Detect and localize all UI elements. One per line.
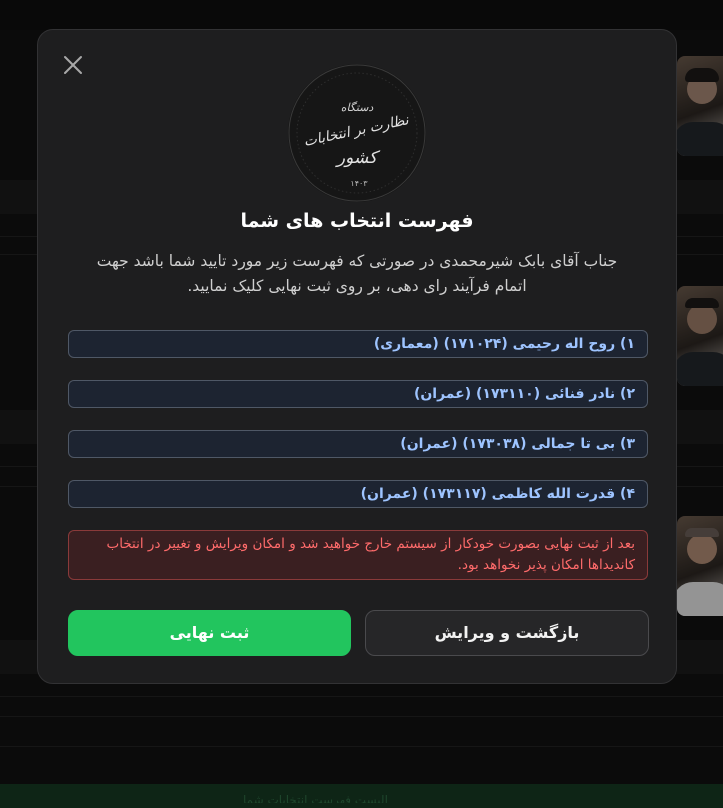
seal-year: ۱۴۰۳ [350, 179, 368, 188]
back-edit-button[interactable]: بازگشت و ویرایش [365, 610, 649, 656]
candidate-item: ۱) روح اله رحیمی (۱۷۱۰۲۴) (معماری) [68, 330, 648, 358]
candidate-item: ۳) بی تا جمالی (۱۷۳۰۳۸) (عمران) [68, 430, 648, 458]
seal-line3: کشور [335, 148, 381, 168]
seal-emblem: دستگاه نظارت بر انتخابات کشور ۱۴۰۳ [287, 63, 427, 203]
warning-message: بعد از ثبت نهایی بصورت خودکار از سیستم خ… [68, 530, 648, 580]
modal-title: فهرست انتخاب های شما [240, 210, 474, 232]
close-icon [64, 56, 82, 74]
candidate-list: ۱) روح اله رحیمی (۱۷۱۰۲۴) (معماری) ۲) نا… [68, 330, 648, 530]
close-button[interactable] [60, 52, 86, 78]
modal-description: جناب آقای بابک شیرمحمدی در صورتی که فهرس… [96, 252, 618, 295]
candidate-item: ۴) قدرت الله کاظمی (۱۷۳۱۱۷) (عمران) [68, 480, 648, 508]
confirm-button[interactable]: ثبت نهایی [68, 610, 351, 656]
candidate-item: ۲) نادر فنائی (۱۷۳۱۱۰) (عمران) [68, 380, 648, 408]
confirmation-modal: دستگاه نظارت بر انتخابات کشور ۱۴۰۳ فهرست… [37, 29, 677, 684]
seal-line1: دستگاه [341, 101, 374, 114]
